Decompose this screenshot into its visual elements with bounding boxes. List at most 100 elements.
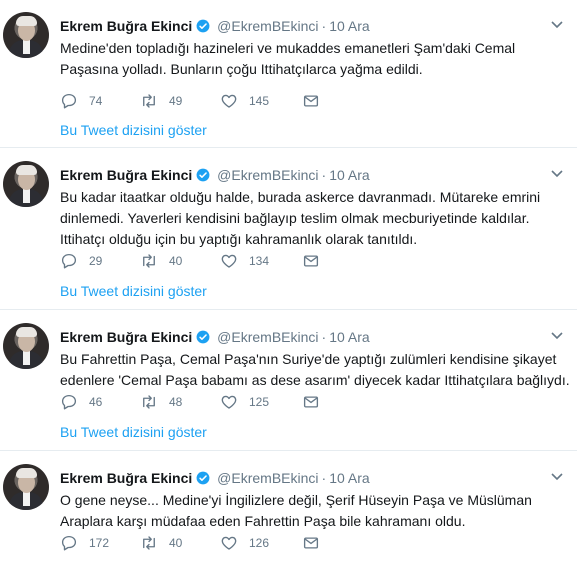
author-handle[interactable]: @EkremBEkinci bbox=[217, 167, 318, 183]
timestamp[interactable]: 10 Ara bbox=[329, 167, 369, 183]
tweet-text: O gene neyse... Medine'yi İngilizlere de… bbox=[60, 490, 560, 532]
tweet-text-line: Medine'den topladığı hazineleri ve mukad… bbox=[60, 40, 516, 56]
tweet-actions: 46 48 125 bbox=[60, 392, 360, 412]
chevron-down-icon[interactable] bbox=[551, 20, 563, 30]
heart-icon bbox=[221, 254, 237, 268]
retweet-count: 49 bbox=[169, 94, 183, 108]
tweet-header: Ekrem Buğra Ekinci @EkremBEkinci · 10 Ara bbox=[60, 469, 370, 487]
envelope-icon bbox=[303, 396, 319, 408]
separator-dot: · bbox=[321, 329, 327, 345]
reply-button[interactable]: 46 bbox=[60, 392, 102, 412]
author-handle[interactable]: @EkremBEkinci bbox=[217, 470, 318, 486]
tweet-text: Bu Fahrettin Paşa, Cemal Paşa'nın Suriye… bbox=[60, 349, 570, 391]
tweet-actions: 74 49 145 bbox=[60, 91, 360, 111]
tweet[interactable]: Ekrem Buğra Ekinci @EkremBEkinci · 10 Ara … bbox=[0, 149, 577, 310]
tweet[interactable]: Ekrem Buğra Ekinci @EkremBEkinci · 10 Ara … bbox=[0, 452, 577, 562]
retweet-icon bbox=[143, 536, 155, 550]
envelope-icon bbox=[303, 95, 319, 107]
chevron-down-icon[interactable] bbox=[551, 169, 563, 179]
retweet-icon bbox=[143, 254, 155, 268]
reply-icon bbox=[61, 394, 77, 410]
retweet-count: 40 bbox=[169, 536, 183, 550]
like-count: 126 bbox=[249, 536, 270, 550]
verified-badge-icon bbox=[196, 168, 210, 182]
chevron-down-icon[interactable] bbox=[551, 331, 563, 341]
author-name[interactable]: Ekrem Buğra Ekinci bbox=[60, 329, 192, 345]
tweet-text: Medine'den topladığı hazineleri ve mukad… bbox=[60, 38, 560, 80]
author-name[interactable]: Ekrem Buğra Ekinci bbox=[60, 470, 192, 486]
retweet-button[interactable]: 40 bbox=[140, 533, 182, 553]
tweet-actions: 29 40 134 bbox=[60, 251, 360, 271]
author-name[interactable]: Ekrem Buğra Ekinci bbox=[60, 18, 192, 34]
tweet-text-line: Ittihatçı olduğu için bu yaptığı kahrama… bbox=[60, 231, 418, 247]
reply-icon bbox=[61, 93, 77, 109]
tweet-text-line: Bu Fahrettin Paşa, Cemal Paşa'nın Suriye… bbox=[60, 351, 557, 367]
reply-count: 46 bbox=[89, 395, 103, 409]
tweet-text-line: Bu kadar itaatkar olduğu halde, burada a… bbox=[60, 189, 541, 205]
reply-count: 29 bbox=[89, 254, 103, 268]
tweet-header: Ekrem Buğra Ekinci @EkremBEkinci · 10 Ara bbox=[60, 17, 370, 35]
timestamp[interactable]: 10 Ara bbox=[329, 470, 369, 486]
retweet-icon bbox=[143, 94, 155, 108]
tweet-feed: Ekrem Buğra Ekinci @EkremBEkinci · 10 Ara … bbox=[0, 0, 577, 562]
heart-icon bbox=[221, 536, 237, 550]
avatar[interactable] bbox=[3, 323, 49, 369]
tweet-text-line: dinlemedi. Yaverleri kendisini bağlayıp … bbox=[60, 210, 530, 226]
tweet-text-line: O gene neyse... Medine'yi İngilizlere de… bbox=[60, 492, 532, 508]
show-thread-link[interactable]: Bu Tweet dizisini göster bbox=[60, 424, 207, 440]
reply-icon bbox=[61, 535, 77, 551]
avatar[interactable] bbox=[3, 161, 49, 207]
verified-badge-icon bbox=[196, 19, 210, 33]
retweet-count: 40 bbox=[169, 254, 183, 268]
like-count: 145 bbox=[249, 94, 270, 108]
retweet-button[interactable]: 48 bbox=[140, 392, 182, 412]
separator-dot: · bbox=[321, 18, 327, 34]
separator-dot: · bbox=[321, 470, 327, 486]
retweet-button[interactable]: 49 bbox=[140, 91, 182, 111]
tweet[interactable]: Ekrem Buğra Ekinci @EkremBEkinci · 10 Ara … bbox=[0, 311, 577, 451]
like-button[interactable]: 125 bbox=[220, 392, 269, 412]
retweet-icon bbox=[143, 395, 155, 409]
tweet-text: Bu kadar itaatkar olduğu halde, burada a… bbox=[60, 187, 560, 250]
reply-button[interactable]: 29 bbox=[60, 251, 102, 271]
envelope-icon bbox=[303, 537, 319, 549]
author-handle[interactable]: @EkremBEkinci bbox=[217, 329, 318, 345]
like-button[interactable]: 134 bbox=[220, 251, 269, 271]
reply-button[interactable]: 172 bbox=[60, 533, 109, 553]
avatar[interactable] bbox=[3, 464, 49, 510]
verified-badge-icon bbox=[196, 330, 210, 344]
show-thread-link[interactable]: Bu Tweet dizisini göster bbox=[60, 122, 207, 138]
tweet-header: Ekrem Buğra Ekinci @EkremBEkinci · 10 Ara bbox=[60, 166, 370, 184]
retweet-count: 48 bbox=[169, 395, 183, 409]
reply-count: 172 bbox=[89, 536, 110, 550]
tweet-header: Ekrem Buğra Ekinci @EkremBEkinci · 10 Ara bbox=[60, 328, 370, 346]
avatar[interactable] bbox=[3, 12, 49, 58]
like-button[interactable]: 145 bbox=[220, 91, 269, 111]
show-thread-link[interactable]: Bu Tweet dizisini göster bbox=[60, 283, 207, 299]
like-button[interactable]: 126 bbox=[220, 533, 269, 553]
timestamp[interactable]: 10 Ara bbox=[329, 329, 369, 345]
heart-icon bbox=[221, 94, 237, 108]
heart-icon bbox=[221, 395, 237, 409]
direct-message-button[interactable] bbox=[302, 91, 320, 111]
reply-count: 74 bbox=[89, 94, 103, 108]
tweet-text-line: edenlere 'Cemal Paşa babamı as dese asar… bbox=[60, 372, 570, 388]
like-count: 134 bbox=[249, 254, 270, 268]
tweet-text-line: Araplara karşı müdafaa eden Fahrettin Pa… bbox=[60, 513, 466, 529]
reply-icon bbox=[61, 253, 77, 269]
reply-button[interactable]: 74 bbox=[60, 91, 102, 111]
author-name[interactable]: Ekrem Buğra Ekinci bbox=[60, 167, 192, 183]
author-handle[interactable]: @EkremBEkinci bbox=[217, 18, 318, 34]
tweet[interactable]: Ekrem Buğra Ekinci @EkremBEkinci · 10 Ara … bbox=[0, 0, 577, 148]
chevron-down-icon[interactable] bbox=[551, 472, 563, 482]
envelope-icon bbox=[303, 255, 319, 267]
tweet-actions: 172 40 126 bbox=[60, 533, 360, 553]
direct-message-button[interactable] bbox=[302, 251, 320, 271]
separator-dot: · bbox=[321, 167, 327, 183]
direct-message-button[interactable] bbox=[302, 392, 320, 412]
verified-badge-icon bbox=[196, 471, 210, 485]
direct-message-button[interactable] bbox=[302, 533, 320, 553]
like-count: 125 bbox=[249, 395, 270, 409]
timestamp[interactable]: 10 Ara bbox=[329, 18, 369, 34]
retweet-button[interactable]: 40 bbox=[140, 251, 182, 271]
